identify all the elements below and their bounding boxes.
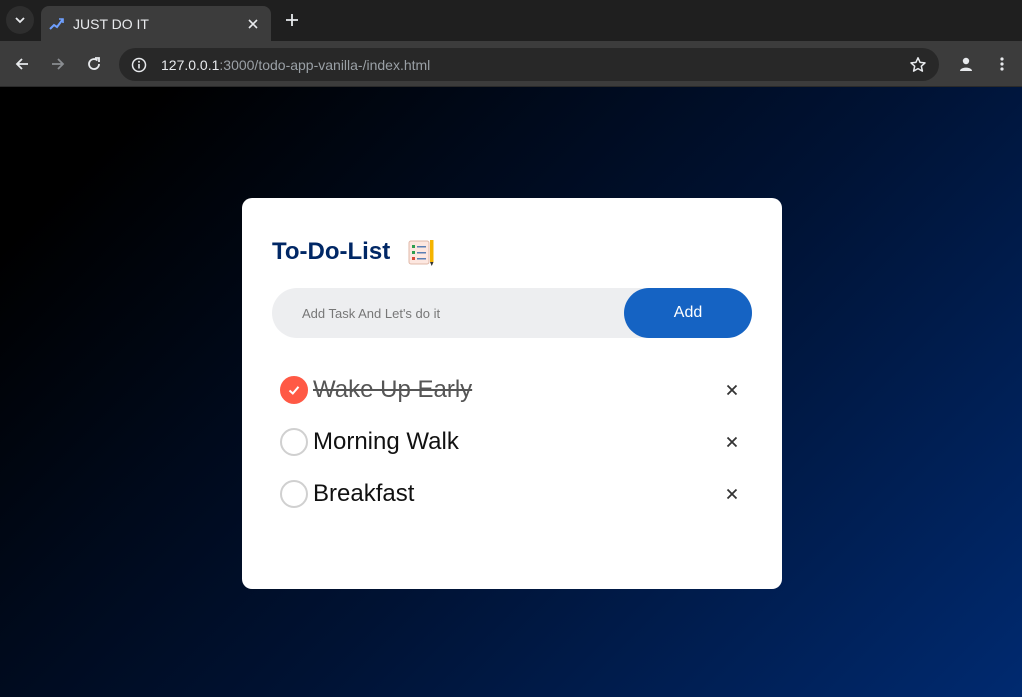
delete-task-icon[interactable] (720, 482, 744, 506)
checked-circle-icon[interactable] (280, 376, 308, 404)
kebab-menu-icon (1000, 57, 1004, 71)
task-text: Wake Up Early (313, 376, 473, 403)
arrow-right-icon (52, 58, 65, 70)
url-text: 127.0.0.1:3000/todo-app-vanilla-/index.h… (161, 57, 430, 73)
checklist-icon (408, 240, 434, 266)
forward-button[interactable] (44, 50, 72, 78)
browser-toolbar: 127.0.0.1:3000/todo-app-vanilla-/index.h… (0, 41, 1022, 87)
new-tab-button[interactable] (280, 8, 304, 32)
task-text: Morning Walk (313, 428, 459, 455)
reload-button[interactable] (80, 50, 108, 78)
task-item[interactable]: Breakfast (272, 468, 752, 520)
page-viewport: To-Do-List Add Wake Up Early Morning Walk… (0, 87, 1022, 697)
tab-close-icon[interactable] (245, 16, 261, 32)
task-item[interactable]: Morning Walk (272, 416, 752, 468)
todo-card: To-Do-List Add Wake Up Early Morning Walk… (242, 198, 782, 589)
person-icon (960, 57, 972, 71)
task-input-row: Add (272, 288, 752, 338)
plus-icon (286, 14, 298, 26)
tab-title: JUST DO IT (73, 15, 149, 32)
task-item[interactable]: Wake Up Early (272, 364, 752, 416)
chevron-down-icon (15, 17, 25, 24)
tab-search-button[interactable] (6, 6, 34, 34)
task-text: Breakfast (313, 480, 415, 507)
reload-icon (88, 57, 100, 70)
page-title: To-Do-List (272, 238, 391, 265)
arrow-left-icon (15, 58, 28, 70)
todo-header: To-Do-List (272, 228, 752, 276)
back-button[interactable] (8, 50, 36, 78)
bookmark-star-icon[interactable] (909, 56, 927, 74)
favicon-icon (49, 16, 65, 32)
browser-tab[interactable]: JUST DO IT (41, 6, 271, 41)
task-list: Wake Up Early Morning Walk Breakfast (272, 364, 752, 520)
url-path: :3000/todo-app-vanilla-/index.html (219, 56, 431, 73)
tab-strip: JUST DO IT (0, 0, 1022, 41)
unchecked-circle-icon[interactable] (280, 428, 308, 456)
unchecked-circle-icon[interactable] (280, 480, 308, 508)
menu-button[interactable] (988, 50, 1016, 78)
checkmark-icon (288, 386, 300, 395)
address-bar[interactable]: 127.0.0.1:3000/todo-app-vanilla-/index.h… (119, 48, 939, 81)
delete-task-icon[interactable] (720, 430, 744, 454)
site-info-icon[interactable] (131, 57, 147, 73)
add-task-button[interactable]: Add (624, 288, 752, 338)
url-host: 127.0.0.1 (161, 56, 220, 73)
profile-button[interactable] (952, 50, 980, 78)
delete-task-icon[interactable] (720, 378, 744, 402)
